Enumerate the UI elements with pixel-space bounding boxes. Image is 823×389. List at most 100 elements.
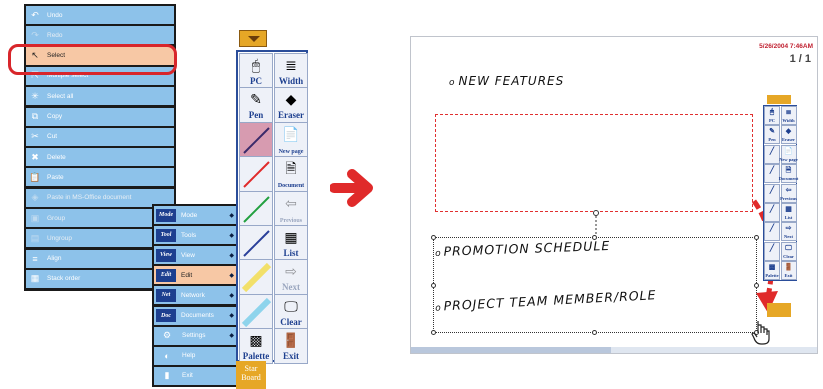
resize-handle-bl[interactable] xyxy=(431,330,436,335)
mini-toolbar-collapse xyxy=(767,95,791,104)
toolbar-collapse-button[interactable] xyxy=(239,30,267,47)
toolbar-button-label: Next xyxy=(282,282,300,293)
mode-menu-item-documents[interactable]: Doc Documents ◆ xyxy=(154,306,238,325)
edit-tag-icon: Edit xyxy=(156,268,176,282)
menu-item-delete[interactable]: ✖ Delete xyxy=(26,148,174,167)
new-page-button[interactable]: 📄 New page xyxy=(274,121,308,158)
resize-handle-tl[interactable] xyxy=(431,235,436,240)
menu-item-cut[interactable]: ✂ Cut xyxy=(26,127,174,146)
mini-toolbar-button: ◆ Eraser xyxy=(780,125,797,145)
red-dashed-box xyxy=(435,114,753,212)
exit-icon: ▮ xyxy=(164,370,170,381)
mini-toolbar-glyph: 📄 xyxy=(784,146,793,155)
whiteboard-canvas[interactable]: 5/26/2004 7:46AM 1 / 1 o NEW FEATURES oPR… xyxy=(410,36,818,354)
submenu-arrow-icon: ◆ xyxy=(229,212,234,219)
mode-menu-item-label: Mode xyxy=(181,211,198,219)
mini-toolbar-glyph: ╱ xyxy=(769,166,775,175)
toolbar-button-label: Palette xyxy=(242,351,270,362)
list-button[interactable]: ▦ List xyxy=(274,225,308,261)
mode-menu-item-view[interactable]: View View ◆ xyxy=(154,246,238,265)
mini-toolbar-button: ✎ Pen xyxy=(764,125,780,145)
highlighter-yellow-button[interactable] xyxy=(239,259,273,296)
toolbar-button-label: List xyxy=(283,248,299,258)
delete-icon: ✖ xyxy=(31,151,39,162)
palette-button[interactable]: ▩ Palette xyxy=(239,328,273,365)
mode-menu-item-label: View xyxy=(181,251,195,259)
horizontal-scrollbar[interactable] xyxy=(411,347,817,353)
mode-menu-item-exit[interactable]: ▮ Exit xyxy=(154,366,238,385)
menu-item-paste[interactable]: 📋 Paste xyxy=(26,168,174,187)
pc-mouse-icon: 🖱 xyxy=(251,57,261,73)
pen-color-blue-button[interactable] xyxy=(239,225,273,261)
highlighter-cyan-button[interactable] xyxy=(239,293,273,330)
menu-item-select-all[interactable]: ✳ Select all xyxy=(26,87,174,106)
mini-toolbar-glyph: ⇨ xyxy=(785,224,792,233)
group-icon: ▣ xyxy=(30,212,40,223)
palette-icon: ▩ xyxy=(249,332,263,349)
eraser-button[interactable]: ◆ Eraser xyxy=(274,87,308,124)
document-button[interactable]: 🗎 Document xyxy=(274,156,308,193)
mode-tag-icon: Mode xyxy=(156,208,176,222)
menu-item-copy[interactable]: ⧉ Copy xyxy=(26,107,174,126)
mini-toolbar-glyph: ≣ xyxy=(785,108,792,116)
mode-menu-item-label: Edit xyxy=(181,271,193,279)
mode-menu-item-label: Network xyxy=(181,291,205,299)
mini-toolbar-label: Previous xyxy=(780,195,797,201)
mode-menu-item-edit[interactable]: Edit Edit ◆ xyxy=(154,266,238,285)
previous-button[interactable]: ⇦ Previous xyxy=(274,190,308,227)
mini-toolbar: 🖱 PC ≣ Width ✎ Pen ◆ Eraser ╱ 📄 New page ╱ 🗎 Document… xyxy=(763,105,798,281)
handwritten-line-1-text: NEW FEATURES xyxy=(458,74,565,88)
pen-color-green-button[interactable] xyxy=(239,190,273,227)
menu-item-undo[interactable]: ↶ Undo xyxy=(26,6,174,24)
mini-toolbar-button: 🖵 Clear xyxy=(780,241,797,261)
submenu-arrow-icon: ◆ xyxy=(229,252,234,259)
menu-item-label: Copy xyxy=(47,113,63,120)
mode-menu-item-label: Documents xyxy=(181,312,214,319)
mini-toolbar-glyph: ╱ xyxy=(769,146,775,155)
menu-item-label: Align xyxy=(47,255,62,263)
paste-office-icon: ◈ xyxy=(31,192,39,203)
menu-item-label: Stack order xyxy=(47,275,81,283)
starboard-logo-button[interactable]: Star Board xyxy=(236,361,266,389)
documents-tag-icon: Doc xyxy=(156,309,176,322)
mode-menu-item-help[interactable]: ◐ Help xyxy=(154,346,238,365)
width-icon: ≣ xyxy=(285,57,297,73)
submenu-arrow-icon: ◆ xyxy=(229,272,234,279)
mini-toolbar-glyph: ╱ xyxy=(769,224,775,233)
mini-toolbar-button: ⇦ Previous xyxy=(780,183,797,203)
clear-button[interactable]: 🖵 Clear xyxy=(274,293,308,330)
mode-menu-item-network[interactable]: Net Network ◆ xyxy=(154,286,238,305)
mini-toolbar-button: 📄 New page xyxy=(779,144,798,164)
toolbar-button-label: Width xyxy=(278,76,304,86)
list-icon: ▦ xyxy=(284,229,298,245)
resize-handle-b[interactable] xyxy=(592,330,597,335)
mini-toolbar-button: ▦ List xyxy=(780,203,797,222)
mode-menu-item-mode[interactable]: Mode Mode ◆ xyxy=(154,206,238,224)
mini-toolbar-button: 🖱 PC xyxy=(764,106,780,125)
toolbar-button-label: Eraser xyxy=(278,110,304,121)
stack-order-icon: ▦ xyxy=(30,273,40,284)
hand-cursor-icon xyxy=(751,321,770,345)
submenu-arrow-icon: ◆ xyxy=(229,333,234,340)
width-button[interactable]: ≣ Width xyxy=(274,53,308,89)
next-button[interactable]: ⇨ Next xyxy=(274,259,308,296)
mini-toolbar-glyph: ✎ xyxy=(769,127,775,136)
mini-toolbar-label: Exit xyxy=(784,273,793,279)
eraser-icon: ◆ xyxy=(285,91,297,108)
pc-button[interactable]: 🖱 PC xyxy=(239,53,273,89)
submenu-arrow-icon: ◆ xyxy=(229,292,234,299)
menu-item-label: Paste in MS-Office document xyxy=(47,194,132,202)
toolbar: 🖱 PC ≣ Width ✎ Pen ◆ Eraser 📄 New page 🗎 Document ⇦ P… xyxy=(236,50,308,365)
mode-menu-item-settings[interactable]: ⚙ Settings ◆ xyxy=(154,326,238,345)
pen-button[interactable]: ✎ Pen xyxy=(239,87,273,124)
select-all-icon: ✳ xyxy=(31,90,39,101)
scrollbar-thumb[interactable] xyxy=(411,347,611,353)
exit-button[interactable]: 🚪 Exit xyxy=(274,328,308,365)
mode-menu-item-tools[interactable]: Tool Tools ◆ xyxy=(154,226,238,245)
pen-color-red-button[interactable] xyxy=(239,156,273,193)
page-indicator: 1 / 1 xyxy=(789,53,811,65)
mini-toolbar-button: ╱ xyxy=(764,164,780,184)
pen-color-purple-button[interactable] xyxy=(239,121,273,158)
menu-item-redo[interactable]: ↷ Redo xyxy=(26,26,174,45)
resize-handle-l[interactable] xyxy=(431,283,436,288)
